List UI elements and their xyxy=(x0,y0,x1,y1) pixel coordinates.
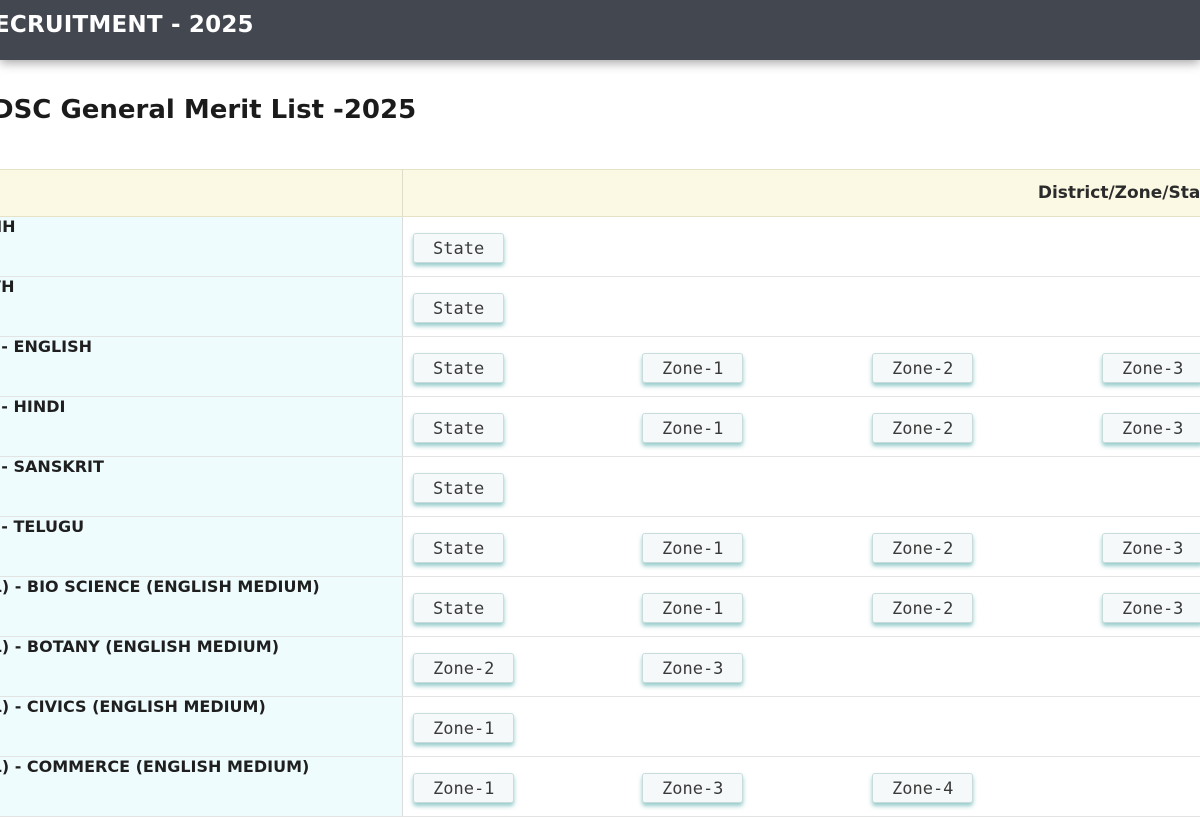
zone-3-merit-button[interactable]: Zone-3 xyxy=(1102,533,1200,563)
post-name: T(L) - SANSKRIT xyxy=(0,457,403,517)
post-name: T(NL) - COMMERCE (ENGLISH MEDIUM) xyxy=(0,757,403,817)
app-title: ECRUITMENT - 2025 xyxy=(0,12,254,38)
merit-links-cell: State xyxy=(403,277,1200,337)
zone-2-merit-button[interactable]: Zone-2 xyxy=(872,593,973,623)
table-row: T(NL) - CIVICS (ENGLISH MEDIUM) Zone-1 xyxy=(0,697,1200,757)
zone-4-merit-button[interactable]: Zone-4 xyxy=(872,773,973,803)
merit-links-cell: Zone-1 xyxy=(403,697,1200,757)
post-name: T(NL) - BIO SCIENCE (ENGLISH MEDIUM) xyxy=(0,577,403,637)
state-merit-button[interactable]: State xyxy=(413,593,504,623)
post-name: T(NL) - BOTANY (ENGLISH MEDIUM) xyxy=(0,637,403,697)
table-row: T(L) - SANSKRIT State xyxy=(0,457,1200,517)
table-row: T - VH State xyxy=(0,277,1200,337)
merit-links-cell: State Zone-1 Zone-2 Zone-3 xyxy=(403,337,1200,397)
merit-links-cell: State Zone-1 Zone-2 Zone-3 xyxy=(403,577,1200,637)
table-row: T(L) - ENGLISH State Zone-1 Zone-2 Zone-… xyxy=(0,337,1200,397)
post-name: T(L) - ENGLISH xyxy=(0,337,403,397)
zone-1-merit-button[interactable]: Zone-1 xyxy=(413,773,514,803)
zone-2-merit-button[interactable]: Zone-2 xyxy=(872,353,973,383)
table-row: T(NL) - BIO SCIENCE (ENGLISH MEDIUM) Sta… xyxy=(0,577,1200,637)
table-row: T(L) - TELUGU State Zone-1 Zone-2 Zone-3 xyxy=(0,517,1200,577)
state-merit-button[interactable]: State xyxy=(413,473,504,503)
table-row: T - HH State xyxy=(0,217,1200,277)
zone-2-merit-button[interactable]: Zone-2 xyxy=(872,413,973,443)
zone-1-merit-button[interactable]: Zone-1 xyxy=(642,593,743,623)
merit-list-table: st District/Zone/State T - HH State T - … xyxy=(0,169,1200,817)
zone-3-merit-button[interactable]: Zone-3 xyxy=(1102,413,1200,443)
table-row: T(NL) - BOTANY (ENGLISH MEDIUM) Zone-2 Z… xyxy=(0,637,1200,697)
zone-1-merit-button[interactable]: Zone-1 xyxy=(642,413,743,443)
state-merit-button[interactable]: State xyxy=(413,353,504,383)
zone-1-merit-button[interactable]: Zone-1 xyxy=(413,713,514,743)
table-row: T(NL) - COMMERCE (ENGLISH MEDIUM) Zone-1… xyxy=(0,757,1200,817)
page-title: DSC General Merit List -2025 xyxy=(0,95,416,125)
merit-links-cell: State Zone-1 Zone-2 Zone-3 xyxy=(403,397,1200,457)
post-name: T(NL) - CIVICS (ENGLISH MEDIUM) xyxy=(0,697,403,757)
merit-links-cell: Zone-2 Zone-3 xyxy=(403,637,1200,697)
table-header-row: st District/Zone/State xyxy=(0,170,1200,217)
column-header-district-zone-state: District/Zone/State xyxy=(403,170,1200,217)
state-merit-button[interactable]: State xyxy=(413,533,504,563)
post-name: T - HH xyxy=(0,217,403,277)
zone-2-merit-button[interactable]: Zone-2 xyxy=(872,533,973,563)
zone-1-merit-button[interactable]: Zone-1 xyxy=(642,353,743,383)
merit-links-cell: State xyxy=(403,217,1200,277)
table-row: T(L) - HINDI State Zone-1 Zone-2 Zone-3 xyxy=(0,397,1200,457)
column-header-post: st xyxy=(0,170,403,217)
merit-links-cell: State Zone-1 Zone-2 Zone-3 xyxy=(403,517,1200,577)
zone-3-merit-button[interactable]: Zone-3 xyxy=(642,653,743,683)
post-name: T(L) - HINDI xyxy=(0,397,403,457)
zone-3-merit-button[interactable]: Zone-3 xyxy=(1102,353,1200,383)
merit-links-cell: Zone-1 Zone-3 Zone-4 xyxy=(403,757,1200,817)
zone-1-merit-button[interactable]: Zone-1 xyxy=(642,533,743,563)
zone-2-merit-button[interactable]: Zone-2 xyxy=(413,653,514,683)
state-merit-button[interactable]: State xyxy=(413,293,504,323)
state-merit-button[interactable]: State xyxy=(413,233,504,263)
merit-links-cell: State xyxy=(403,457,1200,517)
post-name: T(L) - TELUGU xyxy=(0,517,403,577)
state-merit-button[interactable]: State xyxy=(413,413,504,443)
zone-3-merit-button[interactable]: Zone-3 xyxy=(642,773,743,803)
zone-3-merit-button[interactable]: Zone-3 xyxy=(1102,593,1200,623)
top-header-bar: ECRUITMENT - 2025 xyxy=(0,0,1200,60)
post-name: T - VH xyxy=(0,277,403,337)
